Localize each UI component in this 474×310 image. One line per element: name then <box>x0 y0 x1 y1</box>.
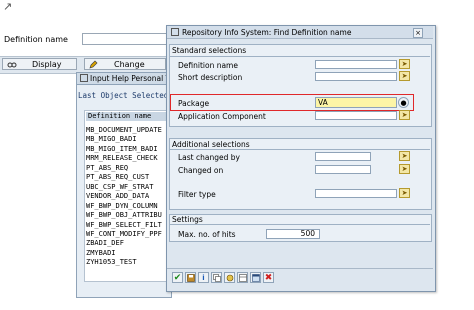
definition-name-input[interactable] <box>82 33 170 45</box>
close-icon[interactable]: × <box>413 28 423 38</box>
list-item[interactable]: WF_CONT_MODIFY_PPF <box>86 230 170 239</box>
display-button[interactable]: Display <box>2 58 77 70</box>
settings-heading: Settings <box>172 215 203 224</box>
execute-checkmark-icon[interactable]: ✔ <box>172 272 183 283</box>
display-button-label: Display <box>32 59 62 69</box>
multiple-selection-icon[interactable]: ➤ <box>399 110 410 120</box>
list-item[interactable]: WF_BWP_OBJ_ATTRIBU <box>86 211 170 220</box>
list-item[interactable]: ZBADI_DEF <box>86 239 170 248</box>
multiple-selection-icon[interactable]: ➤ <box>399 71 410 81</box>
filter-type-field[interactable] <box>315 189 397 198</box>
glasses-icon <box>7 60 17 69</box>
copy-icon[interactable] <box>211 272 222 283</box>
list-item[interactable]: MB_MIGO_BADI <box>86 135 170 144</box>
package-label: Package <box>178 99 210 108</box>
list-item[interactable]: ZMYBADI <box>86 249 170 258</box>
short-description-field[interactable] <box>315 72 397 81</box>
dialog-title-bar: Repository Info System: Find Definition … <box>167 26 433 39</box>
info-icon[interactable]: i <box>198 272 209 283</box>
column-header-definition-name[interactable]: Definition name <box>86 112 170 121</box>
input-help-header: Last Object Selected <box>78 91 169 100</box>
definition-name-label: Definition name <box>178 61 238 70</box>
divider <box>169 224 430 225</box>
application-component-label: Application Component <box>178 112 266 121</box>
multiple-selection-icon[interactable]: ➤ <box>399 164 410 174</box>
list-item[interactable]: MRM_RELEASE_CHECK <box>86 154 170 163</box>
last-changed-by-field[interactable] <box>315 152 371 161</box>
window-icon <box>171 28 179 36</box>
cancel-x-icon[interactable]: ✖ <box>263 272 274 283</box>
multiple-selection-icon[interactable]: ➤ <box>399 188 410 198</box>
layout-icon[interactable] <box>237 272 248 283</box>
save-icon[interactable] <box>185 272 196 283</box>
list-item[interactable]: PT_ABS_REQ_CUST <box>86 173 170 182</box>
changed-on-label: Changed on <box>178 166 224 175</box>
list-item[interactable]: VENDOR_ADD_DATA <box>86 192 170 201</box>
list-item[interactable]: MB_MIGO_ITEM_BADI <box>86 145 170 154</box>
change-button-label: Change <box>114 59 145 69</box>
window-icon <box>80 74 88 82</box>
list-item[interactable]: WF_BWP_SELECT_FILT <box>86 221 170 230</box>
list-item[interactable]: UBC_CSP_WF_STRAT <box>86 183 170 192</box>
short-description-label: Short description <box>178 73 243 82</box>
divider <box>169 149 430 150</box>
multiple-selection-icon[interactable]: ➤ <box>399 59 410 69</box>
max-hits-label: Max. no. of hits <box>178 230 236 239</box>
definition-name-label: Definition name <box>4 35 68 44</box>
object-icon[interactable] <box>224 272 235 283</box>
max-hits-field[interactable]: 500 <box>266 229 320 239</box>
package-field[interactable]: VA <box>315 97 397 108</box>
definition-name-field[interactable] <box>315 60 397 69</box>
changed-on-field[interactable] <box>315 165 371 174</box>
standard-selections-heading: Standard selections <box>172 46 247 55</box>
dialog-title: Repository Info System: Find Definition … <box>182 27 352 37</box>
input-help-rows: MB_DOCUMENT_UPDATE MB_MIGO_BADI MB_MIGO_… <box>86 126 170 268</box>
application-component-field[interactable] <box>315 111 397 120</box>
list-item[interactable]: MB_DOCUMENT_UPDATE <box>86 126 170 135</box>
list-item[interactable]: PT_ABS_REQ <box>86 164 170 173</box>
multiple-selection-icon[interactable]: ➤ <box>399 151 410 161</box>
mouse-cursor-icon: ↗ <box>3 0 13 13</box>
list-item[interactable]: WF_BWP_DYN_COLUMN <box>86 202 170 211</box>
change-button[interactable]: Change <box>84 58 166 70</box>
window-icon[interactable] <box>250 272 261 283</box>
search-help-icon[interactable]: ● <box>398 97 409 108</box>
last-changed-by-label: Last changed by <box>178 153 240 162</box>
divider <box>169 56 430 57</box>
pencil-icon <box>89 60 98 69</box>
list-item[interactable]: ZYH1053_TEST <box>86 258 170 267</box>
filter-type-label: Filter type <box>178 190 216 199</box>
additional-selections-heading: Additional selections <box>172 140 250 149</box>
